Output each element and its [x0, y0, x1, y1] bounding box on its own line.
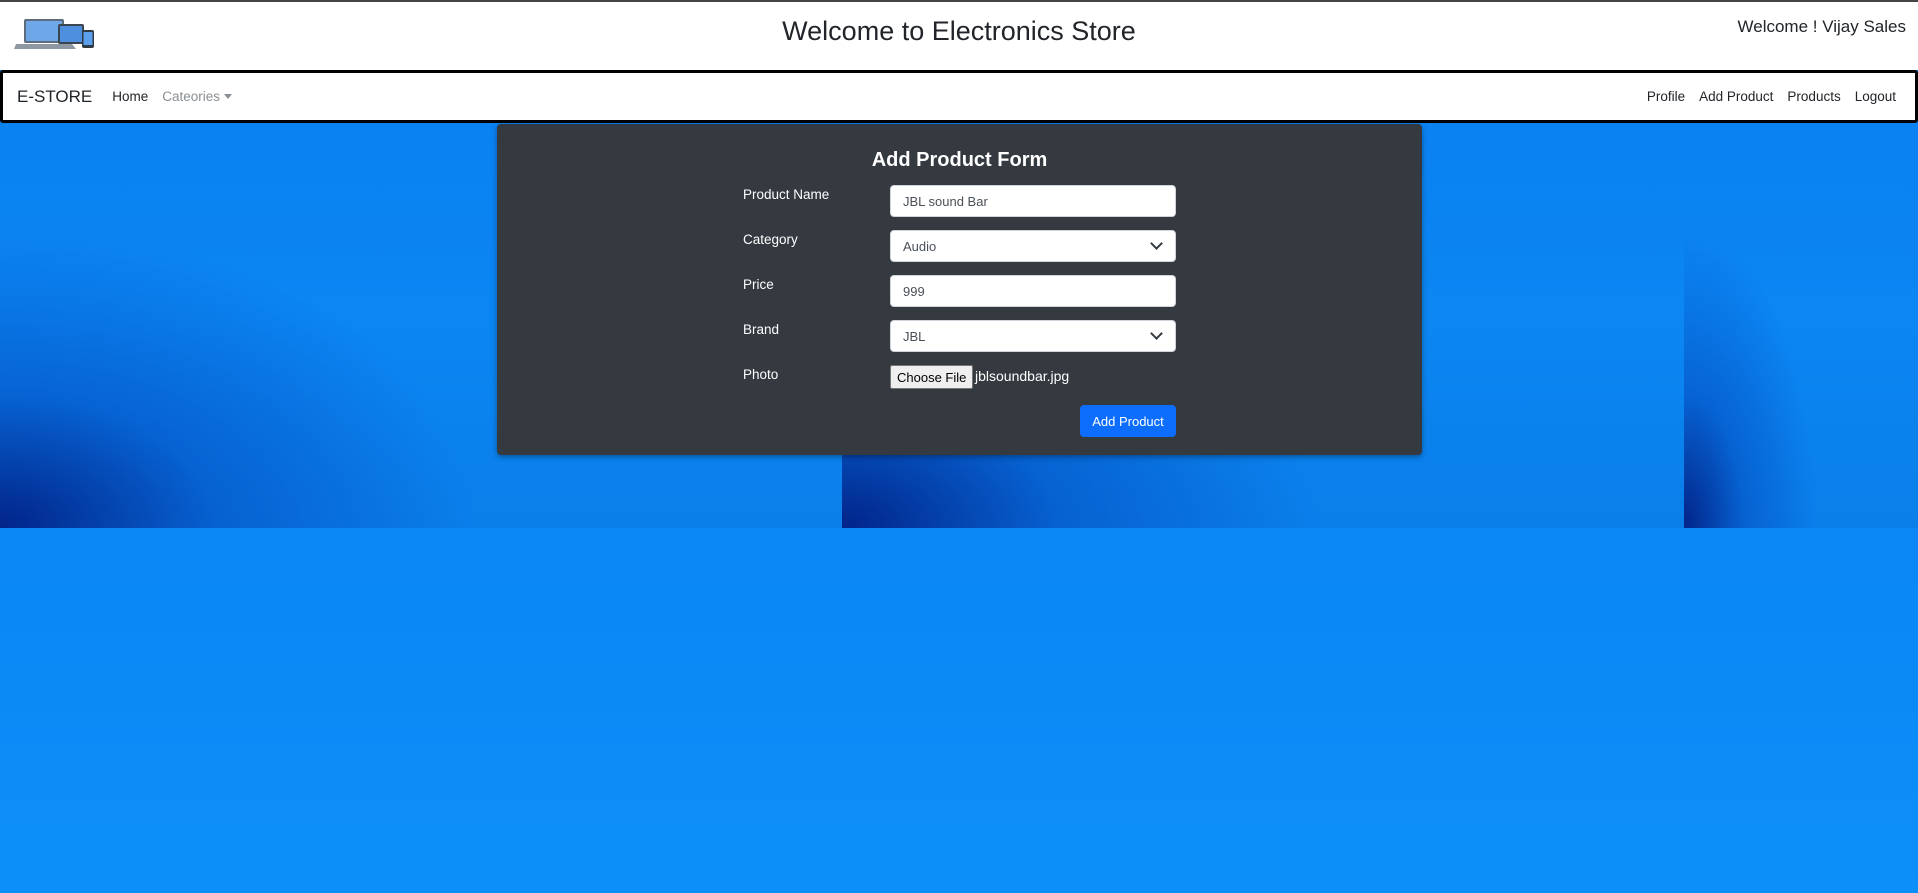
- brand-select[interactable]: JBL: [890, 320, 1176, 352]
- chevron-down-icon: [1150, 327, 1163, 340]
- main-navbar: E-STORE Home Cateories Profile Add Produ…: [0, 70, 1918, 123]
- add-product-form-card: Add Product Form Product Name JBL sound …: [497, 124, 1422, 455]
- product-name-label: Product Name: [743, 187, 830, 202]
- nav-home-link[interactable]: Home: [112, 89, 148, 104]
- top-header: Welcome to Electronics Store Welcome ! V…: [0, 0, 1918, 70]
- photo-label: Photo: [743, 367, 779, 382]
- welcome-user-text: Welcome ! Vijay Sales: [1737, 17, 1907, 36]
- background-tile: [0, 528, 842, 893]
- price-label: Price: [743, 277, 774, 292]
- category-selected-value: Audio: [903, 238, 937, 254]
- nav-categories-label: Cateories: [162, 88, 221, 104]
- brand-label: Brand: [743, 322, 780, 337]
- chevron-down-icon: [1150, 237, 1163, 250]
- choose-file-button[interactable]: Choose File: [890, 365, 974, 389]
- nav-add-product-link[interactable]: Add Product: [1699, 89, 1773, 104]
- navbar-right-links: Profile Add Product Products Logout: [1647, 89, 1896, 104]
- background-tile: [842, 528, 1684, 893]
- site-title: Welcome to Electronics Store: [782, 16, 1136, 46]
- caret-down-icon: [224, 93, 233, 99]
- price-value: 999: [903, 283, 925, 299]
- navbar-brand[interactable]: E-STORE: [17, 87, 92, 107]
- product-name-input[interactable]: JBL sound Bar: [890, 185, 1176, 217]
- nav-categories-dropdown[interactable]: Cateories: [162, 88, 233, 106]
- nav-products-link[interactable]: Products: [1787, 89, 1840, 104]
- brand-selected-value: JBL: [903, 328, 926, 344]
- category-label: Category: [743, 232, 798, 247]
- category-select[interactable]: Audio: [890, 230, 1176, 262]
- nav-logout-link[interactable]: Logout: [1855, 89, 1896, 104]
- add-product-button[interactable]: Add Product: [1080, 405, 1176, 437]
- navbar-left-links: Home Cateories: [112, 88, 233, 106]
- product-name-value: JBL sound Bar: [903, 193, 988, 209]
- nav-profile-link[interactable]: Profile: [1647, 89, 1685, 104]
- price-input[interactable]: 999: [890, 275, 1176, 307]
- form-title: Add Product Form: [871, 149, 1048, 171]
- selected-file-name: jblsoundbar.jpg: [975, 368, 1070, 384]
- background-tile: [1684, 528, 1918, 893]
